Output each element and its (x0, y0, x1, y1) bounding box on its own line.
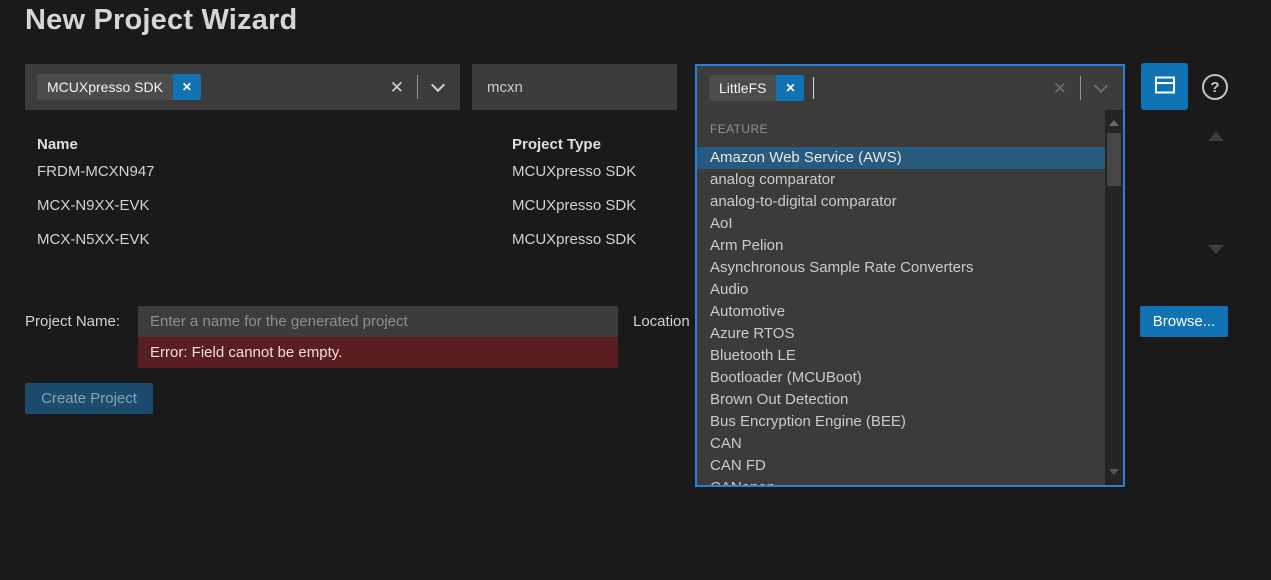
project-type-cell[interactable]: MCUXpresso SDK (512, 160, 636, 184)
toggle-panel-button[interactable] (1141, 63, 1188, 110)
feature-dropdown-list: FEATURE Amazon Web Service (AWS) analog … (695, 110, 1125, 487)
scroll-up-icon[interactable] (1208, 132, 1224, 141)
project-name-label: Project Name: (25, 306, 120, 337)
dropdown-options: Amazon Web Service (AWS) analog comparat… (697, 147, 1105, 487)
table-row[interactable]: FRDM-MCXN947 MCUXpresso SDK (0, 160, 700, 184)
scroll-down-icon[interactable] (1208, 245, 1224, 254)
project-name-input[interactable] (138, 306, 618, 337)
feature-option[interactable]: Bluetooth LE (697, 345, 1105, 367)
feature-option[interactable]: analog-to-digital comparator (697, 191, 1105, 213)
board-filter-chip: MCUXpresso SDK ✕ (37, 74, 201, 100)
scroll-down-icon[interactable] (1109, 469, 1119, 475)
feature-filter-combobox[interactable]: LittleFS ✕ ✕ (695, 64, 1125, 110)
column-header-name: Name (37, 134, 78, 156)
help-icon[interactable]: ? (1202, 74, 1228, 100)
scroll-up-icon[interactable] (1109, 120, 1119, 126)
feature-option[interactable]: Bus Encryption Engine (BEE) (697, 411, 1105, 433)
feature-filter-chip-label: LittleFS (709, 75, 776, 101)
location-label: Location (633, 306, 690, 337)
feature-option[interactable]: analog comparator (697, 169, 1105, 191)
error-message: Error: Field cannot be empty. (138, 337, 618, 368)
feature-option[interactable]: Amazon Web Service (AWS) (697, 147, 1105, 169)
create-project-button[interactable]: Create Project (25, 383, 153, 414)
board-search-input[interactable] (472, 64, 677, 110)
feature-filter-chip: LittleFS ✕ (709, 75, 804, 101)
board-filter-chip-label: MCUXpresso SDK (37, 74, 173, 100)
feature-option[interactable]: Brown Out Detection (697, 389, 1105, 411)
feature-option[interactable]: Arm Pelion (697, 235, 1105, 257)
feature-option[interactable]: Automotive (697, 301, 1105, 323)
chip-remove-icon[interactable]: ✕ (776, 75, 804, 101)
combo-divider (417, 75, 418, 99)
text-cursor (813, 77, 814, 99)
feature-option[interactable]: CANopen (697, 477, 1105, 487)
feature-option[interactable]: Bootloader (MCUBoot) (697, 367, 1105, 389)
column-header-project-type: Project Type (512, 134, 601, 156)
board-name-cell[interactable]: FRDM-MCXN947 (37, 160, 155, 184)
feature-option[interactable]: CAN (697, 433, 1105, 455)
clear-filter-icon[interactable]: ✕ (1040, 80, 1080, 97)
window-panel-icon (1154, 75, 1176, 98)
project-type-cell[interactable]: MCUXpresso SDK (512, 228, 636, 252)
new-project-wizard-window: New Project Wizard MCUXpresso SDK ✕ ✕ Li… (0, 0, 1271, 580)
chevron-down-icon[interactable] (431, 78, 445, 92)
scrollbar-thumb[interactable] (1107, 133, 1121, 186)
dropdown-group-label: FEATURE (710, 122, 768, 136)
board-name-cell[interactable]: MCX-N5XX-EVK (37, 228, 150, 252)
table-row[interactable]: MCX-N5XX-EVK MCUXpresso SDK (0, 228, 700, 252)
table-row[interactable]: MCX-N9XX-EVK MCUXpresso SDK (0, 194, 700, 218)
clear-filter-icon[interactable]: ✕ (377, 79, 417, 96)
page-title: New Project Wizard (25, 4, 297, 37)
feature-option[interactable]: AoI (697, 213, 1105, 235)
feature-option[interactable]: Azure RTOS (697, 323, 1105, 345)
feature-option[interactable]: CAN FD (697, 455, 1105, 477)
browse-button[interactable]: Browse... (1140, 306, 1228, 337)
dropdown-scrollbar[interactable] (1105, 110, 1123, 485)
board-filter-combobox[interactable]: MCUXpresso SDK ✕ ✕ (25, 64, 460, 110)
chevron-down-icon[interactable] (1094, 79, 1108, 93)
chip-remove-icon[interactable]: ✕ (173, 74, 201, 100)
project-type-cell[interactable]: MCUXpresso SDK (512, 194, 636, 218)
board-name-cell[interactable]: MCX-N9XX-EVK (37, 194, 150, 218)
feature-option[interactable]: Asynchronous Sample Rate Converters (697, 257, 1105, 279)
combo-divider (1080, 76, 1081, 100)
feature-option[interactable]: Audio (697, 279, 1105, 301)
